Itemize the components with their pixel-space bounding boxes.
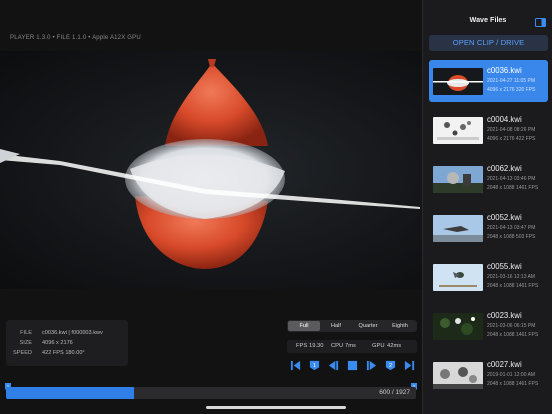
- file-date: 2021-04-13 03:47 PM: [487, 225, 536, 231]
- file-date: 2021-04-27 11:05 PM: [487, 78, 535, 84]
- svg-text:2: 2: [388, 362, 391, 368]
- file-name: c0062.kwi: [487, 164, 522, 173]
- speed-value: 422 FPS 180.00°: [42, 350, 85, 356]
- sidebar-title: Wave Files: [469, 15, 507, 24]
- fps-value: 19.30: [309, 343, 324, 349]
- file-thumbnail: [433, 362, 483, 389]
- step-back-icon[interactable]: [326, 358, 340, 372]
- file-list-item[interactable]: c0027.kwi 2019-01-01 12:00 AM 2048 x 1088 …: [429, 354, 548, 396]
- video-balloon-arrow-image: [0, 59, 420, 269]
- file-resolution-fps: 2048 x 1088 1461 FPS: [487, 283, 539, 289]
- file-resolution-fps: 2048 x 1088 503 FPS: [487, 234, 536, 240]
- file-date: 2019-01-01 12:00 AM: [487, 372, 536, 378]
- file-resolution-fps: 4096 x 2176 422 FPS: [487, 136, 536, 142]
- scale-full-option[interactable]: Full: [288, 321, 320, 331]
- player-panel: PLAYER 1.3.0 • FILE 1.1.0 • Apple A12X G…: [0, 0, 422, 414]
- file-thumbnail: [433, 117, 483, 144]
- cpu-value: 7ms: [345, 343, 356, 349]
- size-row: SIZE 4096 x 2176: [6, 339, 128, 348]
- file-thumbnail: [433, 166, 483, 193]
- file-label: FILE: [20, 330, 32, 336]
- file-date: 2021-04-08 08:26 PM: [487, 127, 536, 133]
- file-info-panel: FILE c0036.kwi | f000003.kwv SIZE 4096 x…: [6, 320, 128, 366]
- version-info: PLAYER 1.3.0 • FILE 1.1.0 • Apple A12X G…: [10, 35, 141, 41]
- open-clip-drive-button[interactable]: OPEN CLIP / DRIVE: [429, 35, 548, 51]
- gpu-value: 42ms: [387, 343, 402, 349]
- file-name: c0027.kwi: [487, 360, 522, 369]
- file-list-item[interactable]: c0062.kwi 2021-04-13 03:46 PM 2048 x 1088 …: [429, 158, 548, 200]
- file-resolution-fps: 2048 x 1088 1461 FPS: [487, 381, 539, 387]
- file-thumbnail: [433, 215, 483, 242]
- file-list-item[interactable]: c0052.kwi 2021-04-13 03:47 PM 2048 x 1088 …: [429, 207, 548, 249]
- sidebar-toggle-icon[interactable]: [535, 14, 546, 27]
- performance-stats: FPS 19.30 CPU 7ms GPU 42ms: [287, 340, 417, 353]
- stop-icon[interactable]: [345, 358, 359, 372]
- file-thumbnail: [433, 68, 483, 95]
- scale-eighth-option[interactable]: Eighth: [384, 321, 416, 331]
- file-resolution-fps: 2048 x 1088 1461 FPS: [487, 332, 539, 338]
- size-label: SIZE: [19, 340, 32, 346]
- size-value: 4096 x 2176: [42, 340, 73, 346]
- file-date: 2021-03-16 12:13 AM: [487, 274, 536, 280]
- file-name: c0055.kwi: [487, 262, 522, 271]
- file-date: 2021-04-13 03:46 PM: [487, 176, 536, 182]
- cpu-label: CPU: [331, 343, 344, 349]
- file-date: 2021-03-06 06:15 PM: [487, 323, 536, 329]
- skip-to-end-icon[interactable]: [402, 358, 416, 372]
- home-indicator[interactable]: [206, 406, 346, 409]
- file-list-item[interactable]: c0023.kwi 2021-03-06 06:15 PM 2048 x 1088 …: [429, 305, 548, 347]
- file-resolution-fps: 2048 x 1088 1461 FPS: [487, 185, 539, 191]
- file-resolution-fps: 4096 x 2176 320 FPS: [487, 87, 536, 93]
- file-list-item[interactable]: c0004.kwi 2021-04-08 08:26 PM 4096 x 2176 …: [429, 109, 548, 151]
- file-thumbnail: [433, 264, 483, 291]
- scrubber-progress-fill: [6, 387, 134, 399]
- transport-controls: 1 2: [287, 358, 417, 372]
- file-thumbnail: [433, 313, 483, 340]
- scale-half-option[interactable]: Half: [320, 321, 352, 331]
- frame-readout: 600 / 1927: [379, 389, 410, 396]
- file-list-item[interactable]: c0055.kwi 2021-03-16 12:13 AM 2048 x 1088 …: [429, 256, 548, 298]
- marker-2-icon[interactable]: 2: [383, 358, 397, 372]
- file-row: FILE c0036.kwi | f000003.kwv: [6, 329, 128, 338]
- file-browser-sidebar: Wave Files OPEN CLIP / DRIVE c0036.kwi 20…: [422, 0, 552, 414]
- speed-label: SPEED: [13, 350, 32, 356]
- file-value: c0036.kwi | f000003.kwv: [42, 330, 103, 336]
- speed-row: SPEED 422 FPS 180.00°: [6, 349, 128, 358]
- video-frame[interactable]: [0, 51, 422, 289]
- svg-text:1: 1: [312, 362, 315, 368]
- file-name: c0036.kwi: [487, 66, 522, 75]
- file-name: c0004.kwi: [487, 115, 522, 124]
- skip-to-start-icon[interactable]: [288, 358, 302, 372]
- scale-quarter-option[interactable]: Quarter: [352, 321, 384, 331]
- marker-1-icon[interactable]: 1: [307, 358, 321, 372]
- file-name: c0023.kwi: [487, 311, 522, 320]
- gpu-label: GPU: [372, 343, 385, 349]
- file-list-item[interactable]: c0036.kwi 2021-04-27 11:05 PM 4096 x 2176 …: [429, 60, 548, 102]
- timeline-scrubber[interactable]: 600 / 1927: [6, 387, 416, 399]
- step-forward-icon[interactable]: [364, 358, 378, 372]
- fps-label: FPS: [296, 343, 308, 349]
- file-name: c0052.kwi: [487, 213, 522, 222]
- resolution-scale-segmented-control: Full Half Quarter Eighth: [287, 320, 417, 332]
